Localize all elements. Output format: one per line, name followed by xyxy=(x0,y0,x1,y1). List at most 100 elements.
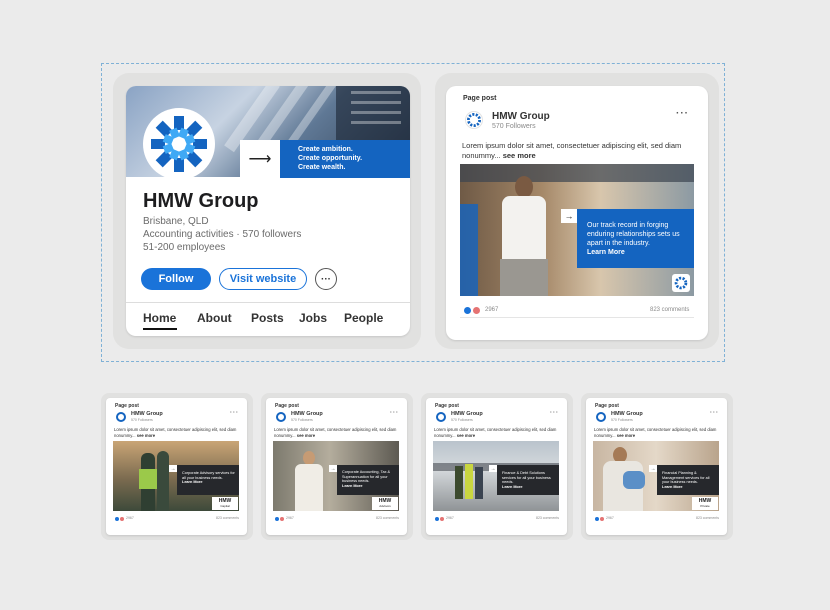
reaction-count[interactable]: 2967 xyxy=(485,307,498,313)
overlay-message: Corporate Accounting, Tax & Superannuati… xyxy=(342,470,391,484)
company-industry-followers: Accounting activities · 570 followers xyxy=(143,229,302,240)
comment-count[interactable]: 823 comments xyxy=(216,516,239,520)
company-avatar[interactable] xyxy=(116,412,126,422)
see-more-link[interactable]: see more xyxy=(503,151,536,160)
learn-more-link[interactable]: Learn More xyxy=(502,485,555,490)
hmw-brand-badge: HMW Private xyxy=(692,497,718,510)
page-post-card: Page post HMW Group 570 Followers ··· Lo… xyxy=(446,86,708,340)
small-page-post: Page post HMW Group 570 Followers ··· Lo… xyxy=(266,398,407,535)
post-body: Lorem ipsum dolor sit amet, consectetuer… xyxy=(462,141,682,160)
post-type-label: Page post xyxy=(595,403,619,409)
reaction-count[interactable]: 2967 xyxy=(126,516,134,520)
hmw-brand-badge: HMW Capital xyxy=(212,497,238,510)
post-overlay-text: Corporate Advisory services for all your… xyxy=(177,465,239,495)
post-body-text: Lorem ipsum dolor sit amet, consectetuer… xyxy=(462,141,694,161)
learn-more-link[interactable]: Learn More xyxy=(182,480,235,485)
like-reaction-icon xyxy=(595,517,599,521)
post-overlay-text: Corporate Accounting, Tax & Superannuati… xyxy=(337,465,399,495)
post-body: Lorem ipsum dolor sit amet, consectetuer… xyxy=(434,427,557,438)
right-arrow-icon: → xyxy=(649,465,657,472)
post-followers: 570 Followers xyxy=(451,418,473,422)
right-arrow-icon: → xyxy=(329,465,337,472)
tab-people[interactable]: People xyxy=(344,311,383,325)
overlay-message: Our track record in forging enduring rel… xyxy=(587,222,680,247)
post-more-options-button[interactable]: ··· xyxy=(710,410,719,416)
comment-count[interactable]: 823 comments xyxy=(536,516,559,520)
post-more-options-button[interactable]: ··· xyxy=(550,410,559,416)
small-page-post: Page post HMW Group 570 Followers ··· Lo… xyxy=(106,398,247,535)
like-reaction-icon xyxy=(435,517,439,521)
like-reaction-icon xyxy=(464,307,471,314)
company-logo[interactable] xyxy=(143,108,215,180)
active-tab-indicator xyxy=(143,328,177,330)
visit-website-button[interactable]: Visit website xyxy=(219,268,307,290)
overlay-message: Corporate Advisory services for all your… xyxy=(182,471,235,480)
learn-more-link[interactable]: Learn More xyxy=(342,484,395,489)
post-followers: 570 Followers xyxy=(611,418,633,422)
more-options-button[interactable]: ··· xyxy=(315,268,337,290)
learn-more-link[interactable]: Learn More xyxy=(587,248,688,257)
overlay-message: Finance & Debt Solutions services for al… xyxy=(502,471,551,485)
learn-more-link[interactable]: Learn More xyxy=(662,485,715,490)
post-more-options-button[interactable]: ··· xyxy=(230,410,239,416)
tab-posts[interactable]: Posts xyxy=(251,311,284,325)
comment-count[interactable]: 823 comments xyxy=(376,516,399,520)
company-location: Brisbane, QLD xyxy=(143,216,209,227)
post-body-text: Lorem ipsum dolor sit amet, consectetuer… xyxy=(594,427,720,438)
see-more-link[interactable]: see more xyxy=(617,433,635,438)
post-company-name[interactable]: HMW Group xyxy=(451,411,483,417)
reaction-count[interactable]: 2967 xyxy=(606,516,614,520)
cover-taglines: Create ambition. Create opportunity. Cre… xyxy=(280,140,410,178)
post-body: Lorem ipsum dolor sit amet, consectetuer… xyxy=(594,427,717,438)
see-more-link[interactable]: see more xyxy=(297,433,315,438)
right-arrow-icon: ⟶ xyxy=(240,140,280,178)
love-reaction-icon xyxy=(473,307,480,314)
see-more-link[interactable]: see more xyxy=(457,433,475,438)
love-reaction-icon xyxy=(440,517,444,521)
company-profile-card: ⟶ Create ambition. Create opportunity. C… xyxy=(126,86,410,336)
person-skirt xyxy=(500,259,548,296)
company-employees: 51-200 employees xyxy=(143,242,226,253)
post-overlay-text: Finance & Debt Solutions services for al… xyxy=(497,465,559,495)
see-more-link[interactable]: see more xyxy=(137,433,155,438)
post-overlay-text: Our track record in forging enduring rel… xyxy=(577,209,694,268)
post-divider xyxy=(460,317,694,318)
post-type-label: Page post xyxy=(463,95,497,102)
company-avatar[interactable] xyxy=(596,412,606,422)
follow-button[interactable]: Follow xyxy=(141,268,211,290)
like-reaction-icon xyxy=(275,517,279,521)
hmw-star-logo-icon xyxy=(672,274,690,292)
company-name: HMW Group xyxy=(143,190,259,212)
post-company-name[interactable]: HMW Group xyxy=(611,411,643,417)
small-page-post: Page post HMW Group 570 Followers ··· Lo… xyxy=(426,398,567,535)
company-avatar[interactable] xyxy=(436,412,446,422)
comment-count[interactable]: 823 comments xyxy=(696,516,719,520)
company-avatar[interactable] xyxy=(276,412,286,422)
person-head xyxy=(515,176,533,198)
post-company-name[interactable]: HMW Group xyxy=(131,411,163,417)
reaction-count[interactable]: 2967 xyxy=(286,516,294,520)
reaction-count[interactable]: 2967 xyxy=(446,516,454,520)
post-more-options-button[interactable]: ··· xyxy=(676,108,689,119)
post-more-options-button[interactable]: ··· xyxy=(390,410,399,416)
right-arrow-icon: → xyxy=(169,465,177,472)
post-company-name[interactable]: HMW Group xyxy=(492,111,550,122)
company-avatar[interactable] xyxy=(465,111,483,129)
love-reaction-icon xyxy=(280,517,284,521)
tab-home[interactable]: Home xyxy=(143,311,176,325)
post-followers: 570 Followers xyxy=(291,418,313,422)
comment-count[interactable]: 823 comments xyxy=(650,307,689,313)
tab-about[interactable]: About xyxy=(197,311,232,325)
tagline-1: Create ambition. xyxy=(298,146,353,153)
post-body-text: Lorem ipsum dolor sit amet, consectetuer… xyxy=(114,427,240,438)
post-type-label: Page post xyxy=(275,403,299,409)
tagline-3: Create wealth. xyxy=(298,164,346,171)
small-page-post: Page post HMW Group 570 Followers ··· Lo… xyxy=(586,398,727,535)
post-body-text: Lorem ipsum dolor sit amet, consectetuer… xyxy=(434,427,560,438)
right-arrow-icon: → xyxy=(489,465,497,472)
post-company-name[interactable]: HMW Group xyxy=(291,411,323,417)
tab-jobs[interactable]: Jobs xyxy=(299,311,327,325)
like-reaction-icon xyxy=(115,517,119,521)
post-followers: 570 Followers xyxy=(492,123,536,130)
post-body-text: Lorem ipsum dolor sit amet, consectetuer… xyxy=(274,427,400,438)
